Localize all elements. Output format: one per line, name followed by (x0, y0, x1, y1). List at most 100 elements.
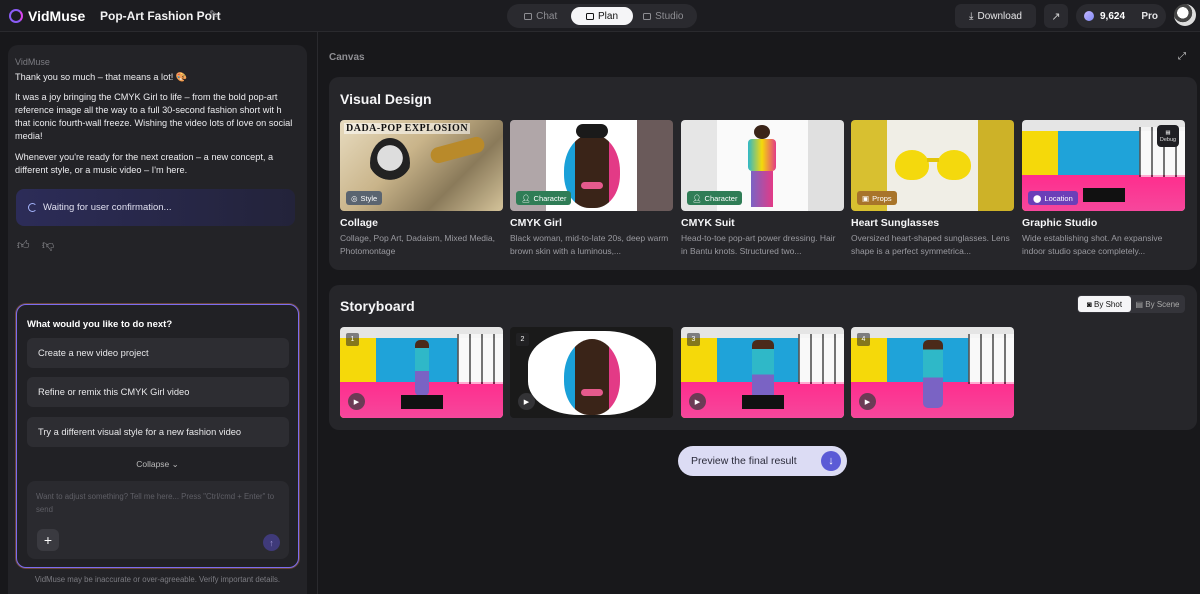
studio-window (798, 334, 844, 385)
arrow-down-icon: ↓ (821, 451, 841, 471)
storyboard-shot-2[interactable]: 2 ▶ (510, 327, 673, 418)
app-name: VidMuse (28, 8, 86, 24)
section-title: Visual Design (340, 91, 432, 107)
studio-plinth (1082, 187, 1125, 202)
open-external-button[interactable]: ↗ (1044, 4, 1068, 28)
shot-number: 2 (516, 333, 529, 346)
card-title: CMYK Suit (681, 217, 735, 229)
by-scene-label: By Scene (1145, 299, 1180, 309)
preview-label: Preview the final result (691, 455, 797, 467)
by-shot-button[interactable]: ◙ By Shot (1078, 296, 1131, 312)
card-thumbnail: 👤︎ Character (510, 120, 673, 211)
thumbs-down-icon[interactable]: 👎︎ (42, 238, 54, 253)
portrait-lips (581, 389, 603, 396)
card-description: Black woman, mid-to-late 20s, deep warm … (510, 233, 669, 256)
scene-icon: ▤ (1135, 299, 1144, 309)
play-icon[interactable]: ▶ (348, 393, 365, 410)
card-title: Heart Sunglasses (851, 217, 940, 229)
tag-label: Character (704, 193, 738, 203)
tab-plan-label: Plan (597, 10, 618, 22)
person-icon: 👤︎ (692, 193, 702, 203)
tag-badge: ▣ Props (857, 191, 897, 205)
preview-final-button[interactable]: Preview the final result ↓ (678, 446, 847, 476)
studio-window (968, 334, 1014, 385)
tag-label: Style (360, 193, 378, 203)
lens-right (937, 150, 971, 180)
model-figure (751, 339, 774, 404)
storyboard-shot-3[interactable]: 3 ▶ (681, 327, 844, 418)
tab-studio[interactable]: Studio (633, 7, 694, 25)
figure-head (754, 125, 770, 139)
card-title: Collage (340, 217, 378, 229)
debug-button[interactable]: ▦ Debug (1157, 125, 1179, 147)
tab-chat[interactable]: Chat (510, 7, 571, 25)
storyboard-shot-4[interactable]: 4 ▶ (851, 327, 1014, 418)
suggestion-option[interactable]: Try a different visual style for a new f… (27, 417, 289, 447)
debug-label: Debug (1159, 136, 1177, 143)
studio-plinth (741, 394, 784, 409)
disclaimer: VidMuse may be inaccurate or over-agreea… (34, 575, 281, 584)
credits-badge[interactable]: 9,624 Pro (1076, 4, 1166, 28)
card-title: CMYK Girl (510, 217, 562, 229)
card-thumbnail: ▣ Props (851, 120, 1014, 211)
tab-studio-label: Studio (655, 10, 684, 22)
portrait-face (564, 339, 620, 415)
person-icon: 👤︎ (521, 193, 531, 203)
tag-label: Props (872, 193, 892, 203)
tag-label: Location (1044, 193, 1073, 203)
portrait-hair (576, 124, 608, 138)
panel-divider[interactable] (317, 32, 318, 594)
mode-switcher: Chat Plan Studio (507, 4, 697, 28)
collage-headline: DADA-POP EXPLOSION (344, 123, 471, 134)
by-scene-button[interactable]: ▤ By Scene (1131, 296, 1184, 312)
next-step-title: What would you like to do next? (27, 319, 173, 330)
collage-portrait (370, 138, 410, 188)
by-shot-label: By Shot (1094, 299, 1123, 309)
collapse-label: Collapse (136, 459, 170, 469)
project-title[interactable]: Pop-Art Fashion Port (100, 9, 221, 23)
plan-badge: Pro (1141, 10, 1158, 22)
figure-jacket (748, 139, 776, 171)
chat-message: Whenever you're ready for the next creat… (15, 152, 274, 175)
tab-chat-label: Chat (536, 10, 558, 22)
studio-window (457, 334, 503, 385)
debug-icon: ▦ (1165, 129, 1171, 136)
card-thumbnail: 👤︎ Character (681, 120, 844, 211)
play-icon[interactable]: ▶ (518, 393, 535, 410)
download-button[interactable]: ⤓ Download (955, 4, 1036, 28)
card-thumbnail: DADA-POP EXPLOSION ◎ Style (340, 120, 503, 211)
card-description: Wide establishing shot. An expansive ind… (1022, 233, 1163, 256)
card-thumbnail: ▦ Debug ⬤ Location (1022, 120, 1185, 211)
play-icon[interactable]: ▶ (689, 393, 706, 410)
external-link-icon: ↗ (1051, 10, 1061, 23)
tab-plan[interactable]: Plan (571, 7, 633, 25)
studio-icon (643, 12, 652, 20)
credit-coin-icon (1084, 11, 1094, 21)
suggestion-option[interactable]: Create a new video project (27, 338, 289, 368)
send-button[interactable]: ↑ (263, 534, 280, 551)
style-icon: ◎ (351, 193, 358, 203)
model-figure (414, 339, 429, 397)
studio-plinth (400, 394, 443, 409)
add-attachment-button[interactable]: + (37, 529, 59, 551)
fullscreen-icon[interactable]: ⤢ (1178, 51, 1186, 62)
logo-icon (9, 9, 23, 23)
chat-input[interactable]: Want to adjust something? Tell me here..… (27, 481, 289, 559)
thumbs-up-icon[interactable]: 👍︎ (17, 238, 30, 253)
tag-badge: 👤︎ Character (687, 191, 743, 205)
app-logo[interactable]: VidMuse (9, 8, 85, 24)
edit-title-icon[interactable]: ✎ (209, 8, 218, 21)
suggestion-option[interactable]: Refine or remix this CMYK Girl video (27, 377, 289, 407)
location-pin-icon: ⬤ (1033, 193, 1042, 203)
avatar[interactable] (1174, 4, 1196, 26)
plan-icon (585, 12, 594, 20)
storyboard-shot-1[interactable]: 1 ▶ (340, 327, 503, 418)
shot-number: 3 (687, 333, 700, 346)
cube-icon: ▣ (862, 193, 870, 203)
collapse-button[interactable]: Collapse ⌄ (17, 459, 298, 470)
next-step-card: What would you like to do next? Create a… (16, 304, 299, 568)
tag-label: Character (533, 193, 567, 203)
portrait-lips (581, 182, 603, 189)
storyboard-view-toggle: ◙ By Shot ▤ By Scene (1077, 295, 1185, 313)
play-icon[interactable]: ▶ (859, 393, 876, 410)
